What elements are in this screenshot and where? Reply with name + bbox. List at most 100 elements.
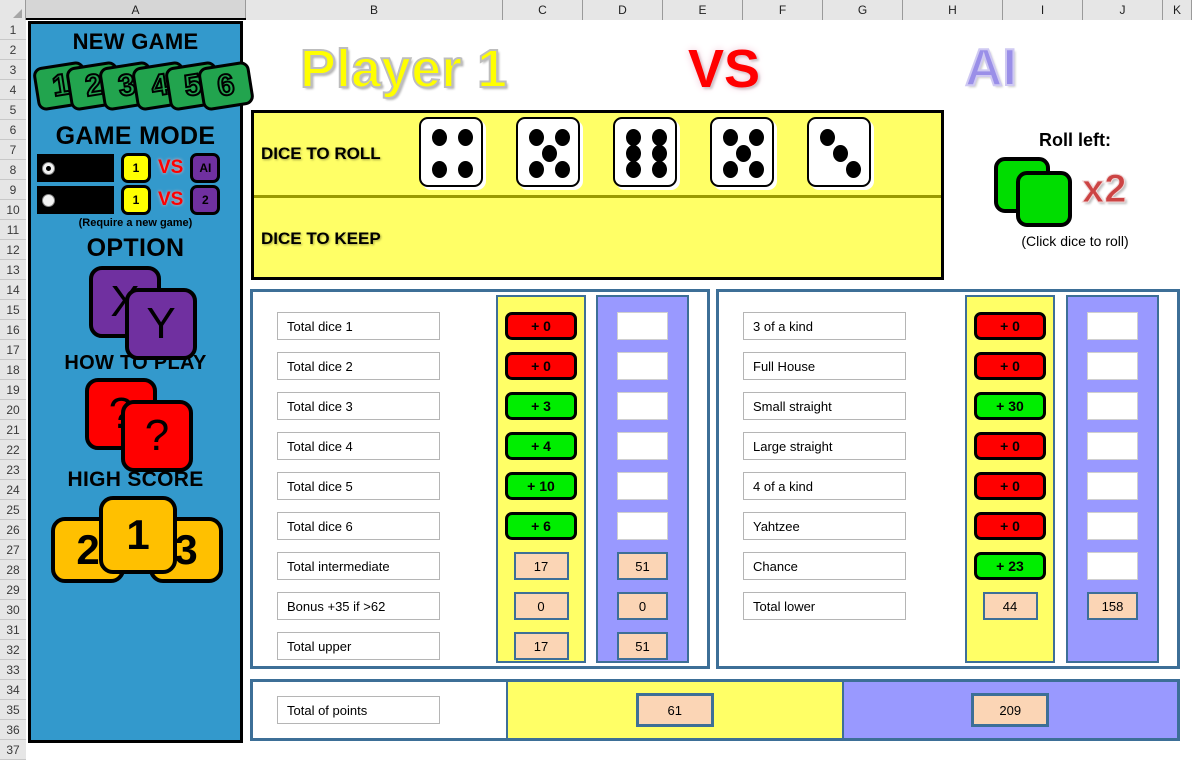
upper-ai-cell-1[interactable]	[617, 352, 668, 380]
lower-ai-cell-3[interactable]	[1087, 432, 1138, 460]
lower-score-button-4[interactable]: + 0	[974, 472, 1046, 500]
total-player-value: 61	[635, 693, 714, 727]
column-headers: ABCDEFGHIJK	[26, 0, 1192, 20]
roll-die-4[interactable]	[710, 117, 774, 187]
game-mode-option-1[interactable]: 1 VS AI	[37, 153, 240, 183]
row-header-31[interactable]: 31	[0, 620, 26, 640]
upper-ai-cell-0[interactable]	[617, 312, 668, 340]
row-header-23[interactable]: 23	[0, 460, 26, 480]
upper-ai-cell-5[interactable]	[617, 512, 668, 540]
row-header-30[interactable]: 30	[0, 600, 26, 620]
total-points-bar: Total of points 61 209	[250, 679, 1180, 741]
column-header-f[interactable]: F	[743, 0, 823, 20]
lower-score-button-0[interactable]: + 0	[974, 312, 1046, 340]
high-score-card-1[interactable]: 1	[99, 496, 177, 574]
upper-score-button-1[interactable]: + 0	[505, 352, 577, 380]
how-to-play-button[interactable]: ? ?	[31, 376, 240, 472]
lower-ai-cell-2[interactable]	[1087, 392, 1138, 420]
row-header-10[interactable]: 10	[0, 200, 26, 220]
dice-to-roll-strip[interactable]	[419, 117, 871, 187]
column-header-g[interactable]: G	[823, 0, 903, 20]
column-header-k[interactable]: K	[1163, 0, 1192, 20]
row-header-1[interactable]: 1	[0, 20, 26, 40]
lower-ai-column[interactable]: 158	[1087, 312, 1138, 632]
row-header-27[interactable]: 27	[0, 540, 26, 560]
roll-die-2[interactable]	[516, 117, 580, 187]
row-header-28[interactable]: 28	[0, 560, 26, 580]
row-header-14[interactable]: 14	[0, 280, 26, 300]
upper-score-button-4[interactable]: + 10	[505, 472, 577, 500]
row-header-16[interactable]: 16	[0, 320, 26, 340]
lower-score-button-2[interactable]: + 30	[974, 392, 1046, 420]
row-header-17[interactable]: 17	[0, 340, 26, 360]
row-header-5[interactable]: 5	[0, 100, 26, 120]
row-header-2[interactable]: 2	[0, 40, 26, 60]
row-header-21[interactable]: 21	[0, 420, 26, 440]
row-header-32[interactable]: 32	[0, 640, 26, 660]
lower-ai-cell-4[interactable]	[1087, 472, 1138, 500]
row-header-33[interactable]: 33	[0, 660, 26, 680]
row-header-25[interactable]: 25	[0, 500, 26, 520]
row-header-6[interactable]: 6	[0, 120, 26, 140]
option-button[interactable]: X Y	[31, 264, 240, 360]
upper-ai-cell-3[interactable]	[617, 432, 668, 460]
row-header-8[interactable]: 8	[0, 160, 26, 180]
row-header-29[interactable]: 29	[0, 580, 26, 600]
row-header-15[interactable]: 15	[0, 300, 26, 320]
row-header-19[interactable]: 19	[0, 380, 26, 400]
column-header-a[interactable]: A	[26, 0, 246, 20]
roll-die-3[interactable]	[613, 117, 677, 187]
upper-ai-cell-4[interactable]	[617, 472, 668, 500]
row-header-26[interactable]: 26	[0, 520, 26, 540]
row-header-35[interactable]: 35	[0, 700, 26, 720]
row-header-34[interactable]: 34	[0, 680, 26, 700]
row-header-4[interactable]: 4	[0, 80, 26, 100]
lower-ai-cell-1[interactable]	[1087, 352, 1138, 380]
row-header-11[interactable]: 11	[0, 220, 26, 240]
row-header-37[interactable]: 37	[0, 740, 26, 760]
column-header-d[interactable]: D	[583, 0, 663, 20]
row-header-3[interactable]: 3	[0, 60, 26, 80]
upper-score-button-3[interactable]: + 4	[505, 432, 577, 460]
lower-ai-cell-0[interactable]	[1087, 312, 1138, 340]
roll-die-5[interactable]	[807, 117, 871, 187]
row-header-22[interactable]: 22	[0, 440, 26, 460]
lower-player-column[interactable]: + 0 + 0 + 30 + 0 + 0 + 0 + 23 44	[974, 312, 1046, 632]
new-game-button[interactable]: 123456	[31, 58, 256, 116]
row-header-13[interactable]: 13	[0, 260, 26, 280]
lower-score-button-1[interactable]: + 0	[974, 352, 1046, 380]
row-header-20[interactable]: 20	[0, 400, 26, 420]
row-header-7[interactable]: 7	[0, 140, 26, 160]
help-card-2[interactable]: ?	[121, 400, 193, 472]
row-header-24[interactable]: 24	[0, 480, 26, 500]
select-all-corner[interactable]	[0, 0, 26, 20]
roll-die-1[interactable]	[419, 117, 483, 187]
game-mode-radio-1[interactable]	[37, 154, 114, 182]
high-score-button[interactable]: 2 3 1	[31, 494, 240, 586]
row-header-9[interactable]: 9	[0, 180, 26, 200]
lower-ai-cell-5[interactable]	[1087, 512, 1138, 540]
column-header-e[interactable]: E	[663, 0, 743, 20]
row-header-12[interactable]: 12	[0, 240, 26, 260]
column-header-i[interactable]: I	[1003, 0, 1083, 20]
column-header-b[interactable]: B	[246, 0, 503, 20]
upper-ai-column[interactable]: 51 0 51	[617, 312, 668, 672]
option-card-y[interactable]: Y	[125, 288, 197, 360]
row-header-18[interactable]: 18	[0, 360, 26, 380]
column-header-j[interactable]: J	[1083, 0, 1163, 20]
upper-score-button-5[interactable]: + 6	[505, 512, 577, 540]
upper-score-button-2[interactable]: + 3	[505, 392, 577, 420]
lower-score-button-6[interactable]: + 23	[974, 552, 1046, 580]
lower-score-button-5[interactable]: + 0	[974, 512, 1046, 540]
upper-ai-cell-2[interactable]	[617, 392, 668, 420]
column-header-c[interactable]: C	[503, 0, 583, 20]
total-ai-zone: 209	[843, 682, 1177, 738]
upper-player-column[interactable]: + 0 + 0 + 3 + 4 + 10 + 6 17 0 17	[505, 312, 577, 672]
lower-ai-cell-6[interactable]	[1087, 552, 1138, 580]
row-header-36[interactable]: 36	[0, 720, 26, 740]
upper-score-button-0[interactable]: + 0	[505, 312, 577, 340]
lower-score-button-3[interactable]: + 0	[974, 432, 1046, 460]
game-mode-option-2[interactable]: 1 VS 2	[37, 185, 240, 215]
game-mode-radio-2[interactable]	[37, 186, 114, 214]
column-header-h[interactable]: H	[903, 0, 1003, 20]
